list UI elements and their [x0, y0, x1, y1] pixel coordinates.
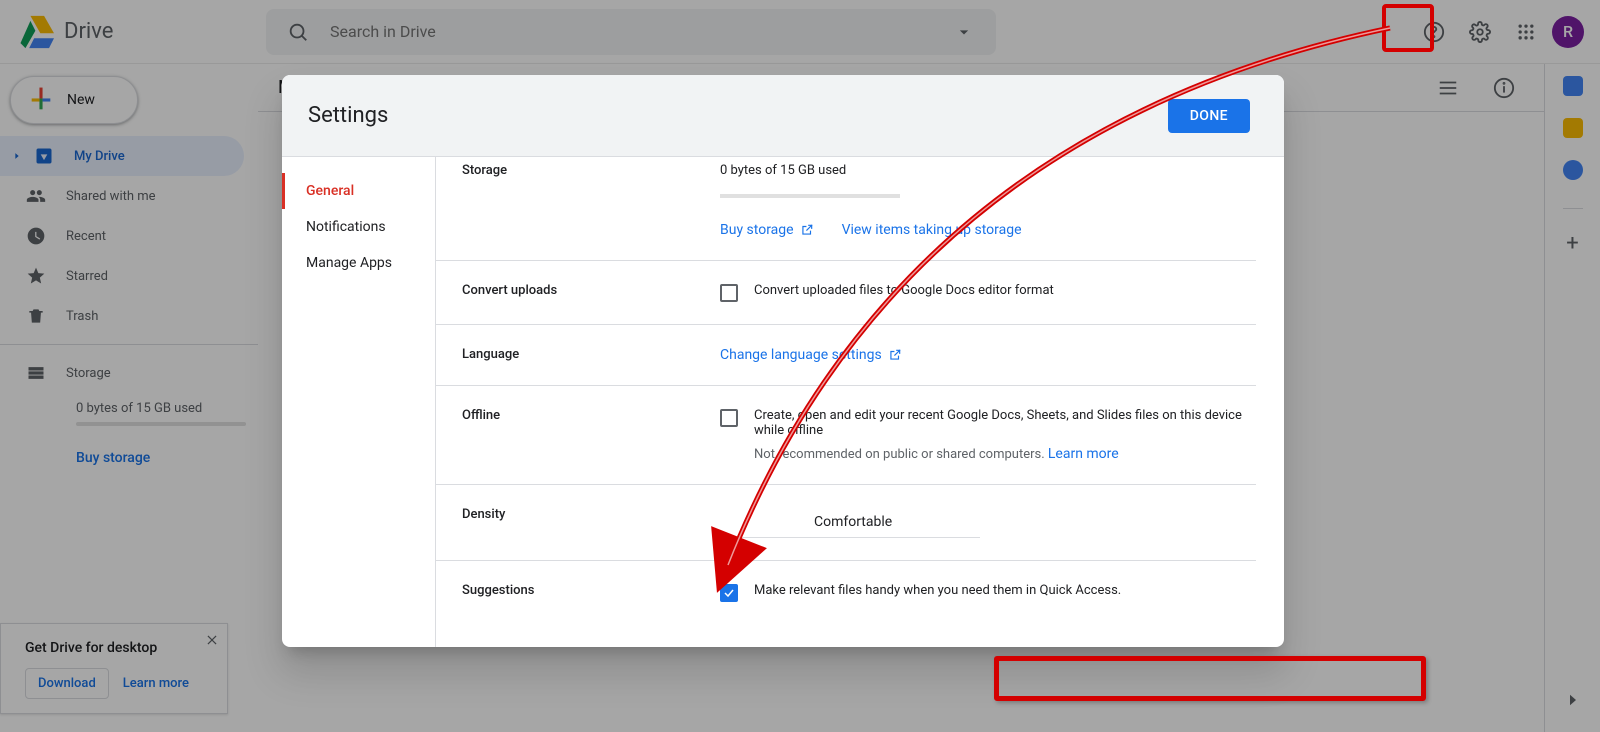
- view-items-link[interactable]: View items taking up storage: [842, 222, 1022, 238]
- dialog-nav-manage-apps[interactable]: Manage Apps: [282, 245, 435, 281]
- settings-dialog: Settings DONE General Notifications Mana…: [282, 75, 1284, 647]
- dialog-title: Settings: [308, 103, 388, 128]
- density-select[interactable]: Comfortable: [720, 507, 980, 538]
- section-label: Storage: [462, 163, 720, 238]
- done-button[interactable]: DONE: [1168, 99, 1250, 133]
- dialog-nav: General Notifications Manage Apps: [282, 157, 436, 647]
- section-offline: Offline Create, open and edit your recen…: [436, 386, 1256, 485]
- suggestions-option-text: Make relevant files handy when you need …: [754, 583, 1121, 598]
- density-value: Comfortable: [814, 514, 892, 530]
- dialog-nav-general[interactable]: General: [282, 173, 435, 209]
- section-convert: Convert uploads Convert uploaded files t…: [436, 261, 1256, 325]
- section-label: Offline: [462, 408, 720, 462]
- section-label: Convert uploads: [462, 283, 720, 302]
- external-link-icon: [800, 223, 814, 237]
- offline-option-text: Create, open and edit your recent Google…: [754, 408, 1256, 438]
- section-label: Suggestions: [462, 583, 720, 602]
- buy-storage-link[interactable]: Buy storage: [720, 222, 814, 238]
- change-language-link[interactable]: Change language settings: [720, 347, 1256, 363]
- offline-checkbox[interactable]: [720, 409, 738, 427]
- external-link-icon: [888, 348, 902, 362]
- convert-checkbox[interactable]: [720, 284, 738, 302]
- storage-used-text: 0 bytes of 15 GB used: [720, 163, 1256, 178]
- offline-warning: Not recommended on public or shared comp…: [754, 447, 1048, 462]
- section-density: Density Comfortable: [436, 485, 1256, 561]
- section-suggestions: Suggestions Make relevant files handy wh…: [436, 561, 1256, 624]
- convert-option-text: Convert uploaded files to Google Docs ed…: [754, 283, 1054, 298]
- dialog-nav-notifications[interactable]: Notifications: [282, 209, 435, 245]
- section-label: Density: [462, 507, 720, 538]
- offline-learn-more-link[interactable]: Learn more: [1048, 446, 1119, 462]
- section-language: Language Change language settings: [436, 325, 1256, 386]
- section-label: Language: [462, 347, 720, 363]
- suggestions-checkbox[interactable]: [720, 584, 738, 602]
- section-storage: Storage 0 bytes of 15 GB used Buy storag…: [436, 157, 1256, 261]
- storage-used-bar: [720, 194, 900, 198]
